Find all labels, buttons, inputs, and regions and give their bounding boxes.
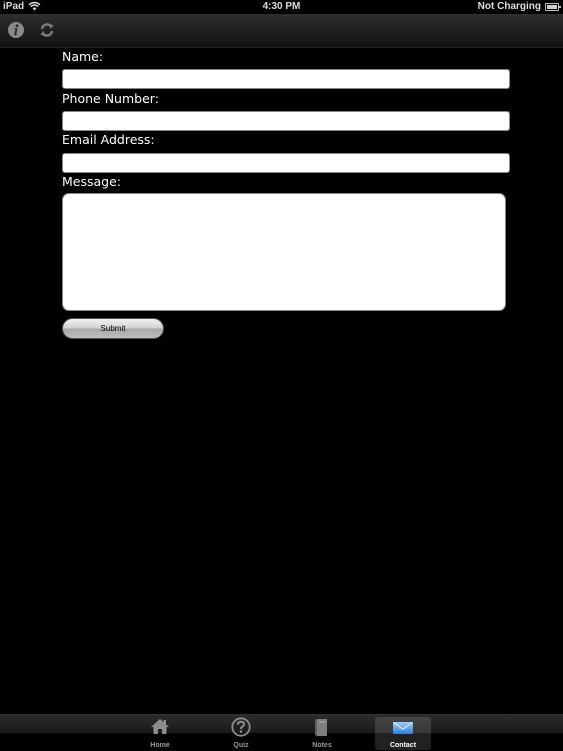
refresh-icon[interactable]: [38, 21, 56, 39]
message-field[interactable]: [62, 193, 506, 311]
phone-field[interactable]: [62, 111, 510, 131]
status-bar: iPad 4:30 PM Not Charging: [0, 0, 563, 14]
tab-notes[interactable]: Notes: [294, 717, 350, 750]
top-toolbar: [0, 14, 563, 48]
question-icon: [231, 717, 251, 737]
tab-home[interactable]: Home: [132, 717, 188, 750]
submit-button[interactable]: Submit: [62, 318, 164, 339]
info-icon[interactable]: [7, 21, 25, 39]
tab-quiz-label: Quiz: [233, 742, 249, 749]
tab-contact-label: Contact: [389, 742, 417, 749]
envelope-icon: [393, 722, 413, 734]
message-label: Message:: [62, 174, 121, 189]
notebook-icon: [315, 719, 327, 736]
name-label: Name:: [62, 49, 104, 64]
tab-bar: Home Quiz Notes Contact: [0, 714, 563, 751]
tab-quiz[interactable]: Quiz: [213, 717, 269, 750]
email-field[interactable]: [62, 153, 510, 173]
email-label: Email Address:: [62, 132, 155, 147]
tab-contact[interactable]: Contact: [375, 717, 431, 750]
name-field[interactable]: [62, 69, 510, 89]
tab-home-label: Home: [150, 742, 170, 749]
phone-label: Phone Number:: [62, 91, 159, 106]
battery-status: Not Charging: [477, 1, 541, 12]
battery-icon: [545, 3, 561, 11]
home-icon: [151, 719, 169, 734]
tab-notes-label: Notes: [312, 742, 332, 749]
